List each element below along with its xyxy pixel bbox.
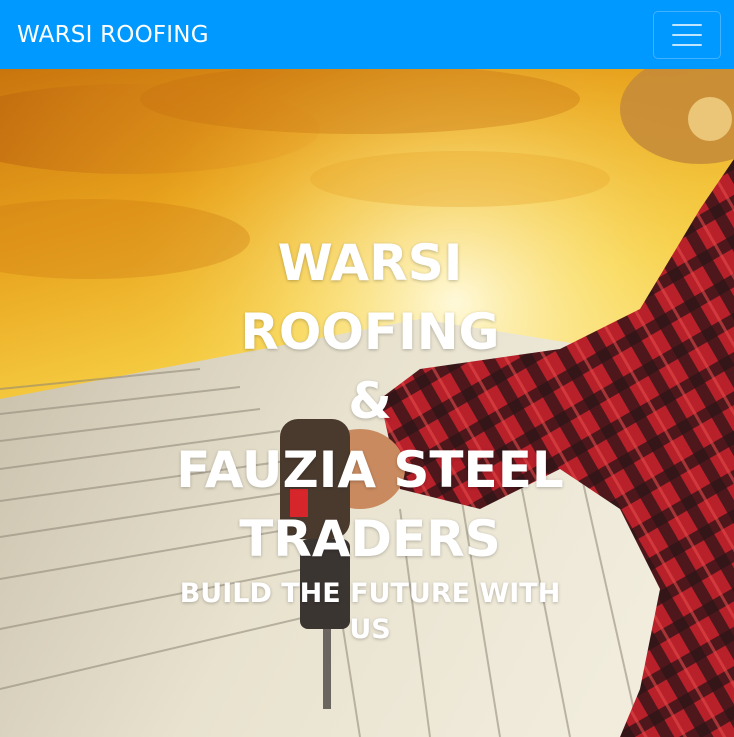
hero-text: WARSI ROOFING & FAUZIA STEEL TRADERS BUI… [0,69,734,737]
hero-title: WARSI ROOFING & FAUZIA STEEL TRADERS [170,229,570,574]
hero-title-line: TRADERS [239,510,501,568]
hero-section: WARSI ROOFING & FAUZIA STEEL TRADERS BUI… [0,69,734,737]
brand-link[interactable]: WARSI ROOFING [17,22,209,48]
hero-title-line: FAUZIA STEEL [176,441,564,499]
hero-title-line: WARSI [277,234,463,292]
hero-title-line: ROOFING [240,303,500,361]
hero-subtitle: BUILD THE FUTURE WITH US [179,578,561,645]
menu-toggle-button[interactable] [653,10,721,59]
hamburger-menu-icon [672,23,702,46]
hero-title-line: & [348,372,392,430]
navbar: WARSI ROOFING [0,0,734,69]
